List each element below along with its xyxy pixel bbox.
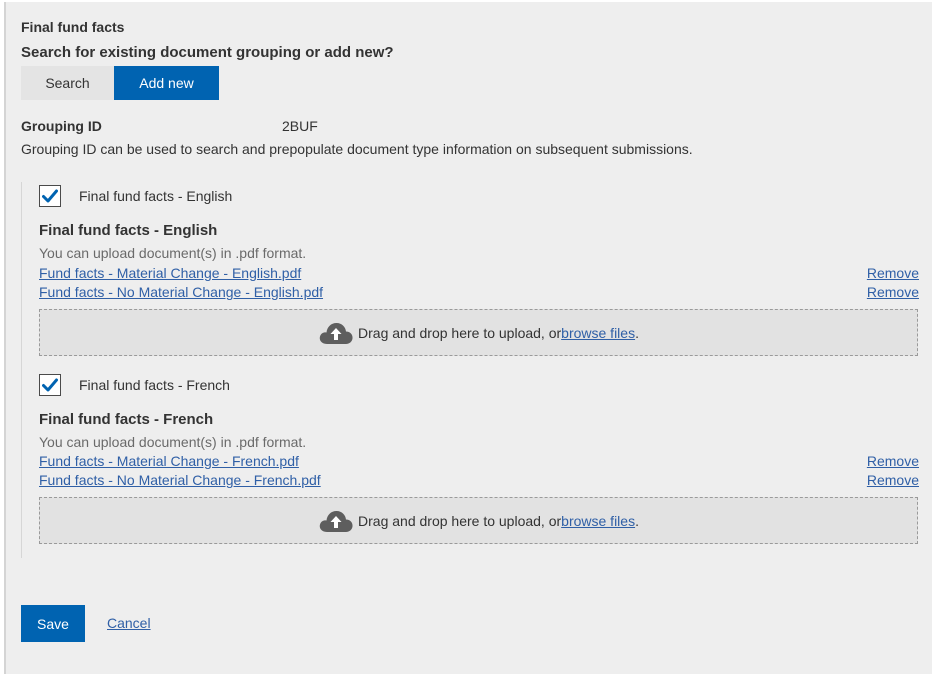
file-row: Fund facts - Material Change - English.p… (39, 265, 919, 284)
cloud-upload-icon (319, 322, 353, 344)
file-link[interactable]: Fund facts - No Material Change - Englis… (39, 284, 323, 300)
dropzone-text: Drag and drop here to upload, or (358, 512, 562, 529)
file-link[interactable]: Fund facts - Material Change - French.pd… (39, 453, 299, 469)
document-heading: Final fund facts - French (39, 411, 214, 428)
file-link[interactable]: Fund facts - No Material Change - French… (39, 472, 321, 488)
form-panel: Final fund facts Search for existing doc… (4, 2, 932, 674)
file-row: Fund facts - No Material Change - Englis… (39, 284, 919, 303)
document-checkbox-label: Final fund facts - English (79, 188, 233, 204)
file-link[interactable]: Fund facts - Material Change - English.p… (39, 265, 301, 281)
document-checkbox[interactable] (39, 374, 61, 396)
grouping-id-value: 2BUF (282, 118, 318, 134)
document-group-rule (21, 182, 26, 558)
document-checkbox-label: Final fund facts - French (79, 377, 230, 393)
browse-files-link[interactable]: browse files (561, 513, 635, 529)
file-row: Fund facts - Material Change - French.pd… (39, 453, 919, 472)
add-new-toggle-button[interactable]: Add new (114, 66, 219, 100)
grouping-id-help: Grouping ID can be used to search and pr… (21, 141, 693, 157)
upload-dropzone[interactable]: Drag and drop here to upload, or browse … (39, 309, 918, 356)
section-title: Final fund facts (21, 19, 125, 35)
document-heading: Final fund facts - English (39, 222, 218, 239)
browse-files-link[interactable]: browse files (561, 325, 635, 341)
dropzone-suffix: . (635, 512, 639, 529)
file-row: Fund facts - No Material Change - French… (39, 472, 919, 491)
upload-format-hint: You can upload document(s) in .pdf forma… (39, 434, 307, 450)
document-checkbox[interactable] (39, 185, 61, 207)
grouping-id-label: Grouping ID (21, 118, 102, 134)
remove-file-link[interactable]: Remove (867, 453, 919, 469)
save-button[interactable]: Save (21, 605, 85, 642)
upload-dropzone[interactable]: Drag and drop here to upload, or browse … (39, 497, 918, 544)
search-toggle-button[interactable]: Search (21, 66, 114, 100)
remove-file-link[interactable]: Remove (867, 284, 919, 300)
document-checkbox-row: Final fund facts - English (39, 184, 232, 208)
dropzone-suffix: . (635, 324, 639, 341)
remove-file-link[interactable]: Remove (867, 472, 919, 488)
document-checkbox-row: Final fund facts - French (39, 373, 230, 397)
dropzone-text: Drag and drop here to upload, or (358, 324, 562, 341)
upload-format-hint: You can upload document(s) in .pdf forma… (39, 245, 307, 261)
remove-file-link[interactable]: Remove (867, 265, 919, 281)
cloud-upload-icon (319, 510, 353, 532)
cancel-link[interactable]: Cancel (107, 615, 151, 631)
check-icon (42, 378, 58, 392)
grouping-question: Search for existing document grouping or… (21, 44, 394, 61)
check-icon (42, 189, 58, 203)
search-addnew-toggle: Search Add new (21, 66, 219, 100)
